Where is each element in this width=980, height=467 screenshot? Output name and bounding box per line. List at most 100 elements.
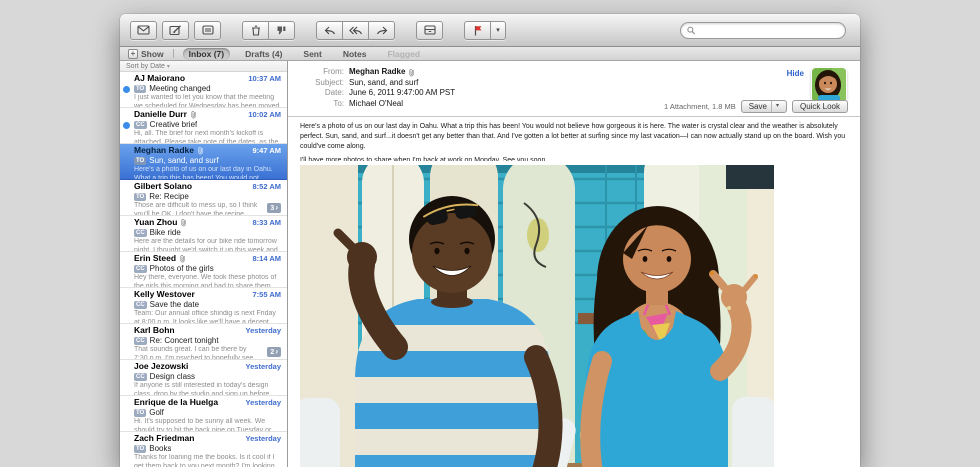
show-label: Show — [141, 49, 164, 59]
message-time: Yesterday — [246, 326, 281, 335]
archive-button[interactable] — [416, 21, 443, 40]
date-value: June 6, 2011 9:47:00 AM PST — [349, 88, 600, 99]
body-paragraph: I'll have more photos to share when I'm … — [300, 156, 848, 161]
junk-button[interactable] — [268, 21, 295, 40]
attachment-icon — [179, 254, 186, 263]
unread-indicator — [123, 122, 130, 129]
message-preview: Here are the details for our bike ride t… — [134, 238, 278, 252]
from-value: Meghan Radke — [349, 67, 600, 78]
thread-count-badge: 3 — [267, 203, 281, 213]
show-plus-icon: + — [128, 49, 138, 59]
reply-all-button[interactable] — [342, 21, 369, 40]
message-preview: If anyone is still interested in today's… — [134, 382, 269, 396]
message-preview: Hey there, everyone. We took these photo… — [134, 274, 276, 288]
list-item[interactable]: Joe Jezowski Yesterday Cc Design class I… — [120, 360, 287, 396]
message-time: 8:52 AM — [253, 182, 281, 191]
sender-name: Zach Friedman — [134, 434, 194, 443]
list-item[interactable]: Enrique de la Huelga Yesterday To Golf H… — [120, 396, 287, 432]
message-preview: That sounds great. I can be there by 7:3… — [134, 346, 281, 360]
search-icon — [687, 26, 695, 35]
attachment-icon — [197, 146, 204, 155]
message-subject: Design class — [150, 372, 195, 381]
message-subject: Creative brief — [150, 120, 198, 129]
message-subject: Books — [149, 444, 171, 453]
favorites-item-flagged: Flagged — [381, 48, 426, 60]
reply-all-icon — [349, 26, 363, 35]
sender-name: Joe Jezowski — [134, 362, 188, 371]
list-item[interactable]: Erin Steed 8:14 AM Cc Photos of the girl… — [120, 252, 287, 288]
compose-button[interactable] — [162, 21, 189, 40]
search-field[interactable] — [680, 22, 846, 39]
quick-look-button[interactable]: Quick Look — [792, 100, 848, 113]
message-body: Here's a photo of us on our last day in … — [288, 117, 860, 161]
sender-name: Karl Bohn — [134, 326, 175, 335]
note-icon — [202, 25, 214, 35]
message-time: 8:33 AM — [253, 218, 281, 227]
save-attachment-button[interactable]: Save ▾ — [741, 100, 787, 113]
attachment-icon — [408, 68, 415, 77]
message-subject: Save the date — [150, 300, 199, 309]
to-value: Michael O'Neal — [349, 99, 600, 110]
show-button[interactable]: + Show — [128, 49, 164, 59]
list-item[interactable]: Danielle Durr 10:02 AM Cc Creative brief… — [120, 108, 287, 144]
list-item[interactable]: Kelly Westover 7:55 AM Cc Save the date … — [120, 288, 287, 324]
delete-button[interactable] — [242, 21, 269, 40]
message-subject: Photos of the girls — [150, 264, 214, 273]
sender-name: AJ Maiorano — [134, 74, 185, 83]
sender-name: Kelly Westover — [134, 290, 195, 299]
subject-value: Sun, sand, and surf — [349, 78, 600, 89]
message-subject: Meeting changed — [149, 84, 210, 93]
subject-label: Subject: — [300, 78, 344, 89]
message-time: 7:55 AM — [253, 290, 281, 299]
message-header: From: Meghan Radke Subject: Sun, sand, a… — [288, 61, 860, 117]
favorites-item-inbox[interactable]: Inbox (7) — [183, 48, 230, 60]
reply-icon — [324, 26, 336, 35]
flag-menu-button[interactable] — [490, 21, 506, 40]
reply-group — [316, 21, 395, 40]
get-mail-icon — [137, 25, 150, 35]
favorites-item-notes[interactable]: Notes — [337, 48, 373, 60]
list-item[interactable]: Zach Friedman Yesterday To Books Thanks … — [120, 432, 287, 467]
list-item[interactable]: Meghan Radke 9:47 AM To Sun, sand, and s… — [120, 144, 287, 180]
forward-icon — [376, 26, 388, 35]
favorites-bar: + Show Inbox (7) Drafts (4) Sent Notes F… — [120, 47, 860, 61]
recipient-badge: Cc — [134, 229, 147, 237]
message-subject: Golf — [149, 408, 164, 417]
message-time: 8:14 AM — [253, 254, 281, 263]
forward-button[interactable] — [368, 21, 395, 40]
message-preview: Here's a photo of us on our last day in … — [134, 166, 273, 180]
flag-group — [464, 21, 506, 40]
flag-button[interactable] — [464, 21, 491, 40]
attached-photo — [300, 165, 774, 467]
reading-pane: From: Meghan Radke Subject: Sun, sand, a… — [288, 61, 860, 467]
hide-details-link[interactable]: Hide — [787, 69, 804, 78]
recipient-badge: Cc — [134, 265, 147, 273]
favorites-item-drafts[interactable]: Drafts (4) — [239, 48, 288, 60]
attachment-icon — [190, 110, 197, 119]
message-subject: Bike ride — [150, 228, 181, 237]
message-list-pane: Sort by Date AJ Maiorano 10:37 AM To Mee… — [120, 61, 288, 467]
body-paragraph: Here's a photo of us on our last day in … — [300, 122, 848, 152]
sender-name: Gilbert Solano — [134, 182, 192, 191]
search-input[interactable] — [698, 25, 839, 35]
get-mail-button[interactable] — [130, 21, 157, 40]
save-menu-caret-icon: ▾ — [771, 101, 779, 112]
list-item[interactable]: AJ Maiorano 10:37 AM To Meeting changed … — [120, 72, 287, 108]
sort-by-date-control[interactable]: Sort by Date — [120, 61, 287, 72]
sender-name: Erin Steed — [134, 254, 176, 263]
favorites-item-sent[interactable]: Sent — [297, 48, 327, 60]
reply-button[interactable] — [316, 21, 343, 40]
recipient-badge: Cc — [134, 373, 147, 381]
list-item[interactable]: Gilbert Solano 8:52 AM To Re: Recipe Tho… — [120, 180, 287, 216]
recipient-badge: To — [134, 85, 146, 93]
list-item[interactable]: Karl Bohn Yesterday Cc Re: Concert tonig… — [120, 324, 287, 360]
delete-icon — [251, 25, 261, 36]
list-item[interactable]: Yuan Zhou 8:33 AM Cc Bike ride Here are … — [120, 216, 287, 252]
junk-icon — [276, 25, 287, 36]
recipient-badge: To — [134, 445, 146, 453]
recipient-badge: Cc — [134, 337, 147, 345]
sender-name: Danielle Durr — [134, 110, 187, 119]
message-preview: I just wanted to let you know that the m… — [134, 94, 279, 108]
note-button[interactable] — [194, 21, 221, 40]
sender-name: Meghan Radke — [134, 146, 194, 155]
